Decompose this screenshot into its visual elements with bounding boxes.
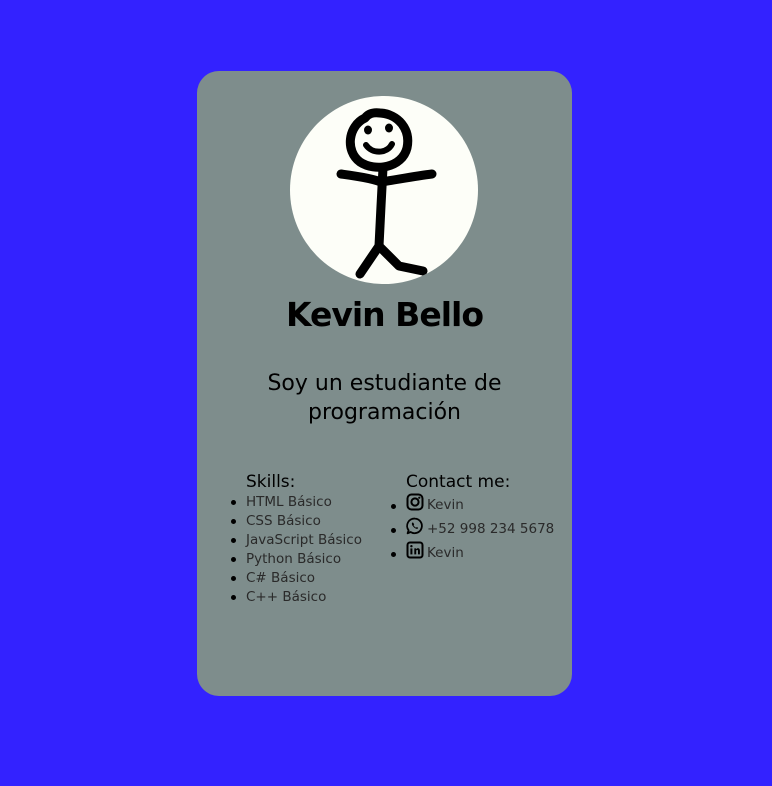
contact-list: Kevin +52 998 234 5678 Kevin <box>391 493 566 565</box>
skill-item: Python Básico <box>231 550 396 569</box>
profile-card: Kevin Bello Soy un estudiante de program… <box>197 71 572 696</box>
skills-section: Skills: HTML Básico CSS Básico JavaScrip… <box>231 471 396 607</box>
contact-item-whatsapp[interactable]: +52 998 234 5678 <box>391 517 566 541</box>
skills-list: HTML Básico CSS Básico JavaScript Básico… <box>231 493 396 607</box>
skill-item: C# Básico <box>231 569 396 588</box>
profile-name: Kevin Bello <box>285 295 484 334</box>
contact-label[interactable]: Kevin <box>427 497 464 513</box>
contact-title: Contact me: <box>406 472 511 492</box>
skill-item: C++ Básico <box>231 588 396 607</box>
skill-item: HTML Básico <box>231 493 396 512</box>
contact-item-linkedin[interactable]: Kevin <box>391 541 566 565</box>
skill-item: JavaScript Básico <box>231 531 396 550</box>
whatsapp-icon[interactable] <box>406 517 424 535</box>
profile-tagline: Soy un estudiante de programación <box>267 371 502 425</box>
linkedin-icon[interactable] <box>406 541 424 559</box>
contact-label[interactable]: +52 998 234 5678 <box>427 521 554 537</box>
contact-label[interactable]: Kevin <box>427 545 464 561</box>
contact-section: Contact me: Kevin +52 998 234 5678 Kevin <box>391 471 566 565</box>
avatar <box>290 96 478 284</box>
skill-item: CSS Básico <box>231 512 396 531</box>
stick-figure-icon <box>336 108 437 279</box>
skills-title: Skills: <box>246 472 296 492</box>
instagram-icon[interactable] <box>406 493 424 511</box>
contact-item-instagram[interactable]: Kevin <box>391 493 566 517</box>
